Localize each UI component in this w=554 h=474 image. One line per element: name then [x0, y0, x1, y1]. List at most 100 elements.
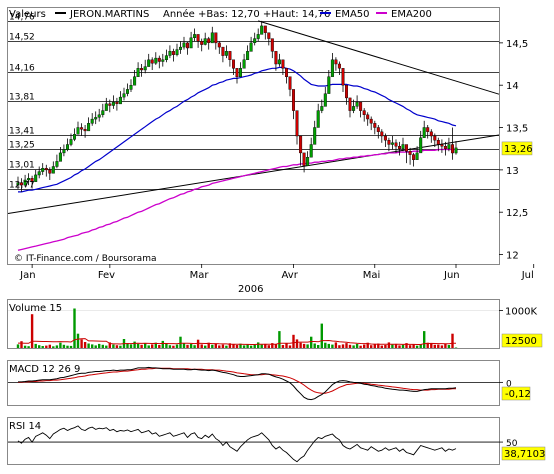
- candle-body: [359, 101, 363, 111]
- month-label: Fev: [98, 270, 115, 281]
- candle-body: [55, 161, 59, 167]
- volume-bar: [23, 345, 27, 348]
- candle-body: [412, 154, 416, 160]
- candle-body: [380, 131, 384, 137]
- candle-body: [136, 68, 140, 78]
- volume-bar: [412, 344, 415, 348]
- volume-bar: [317, 345, 320, 348]
- candle-body: [44, 167, 48, 171]
- volume-bar: [136, 343, 140, 348]
- volume-bar: [76, 333, 80, 348]
- candle-body: [118, 96, 122, 105]
- candle-body: [320, 106, 324, 111]
- volume-bar: [310, 336, 313, 348]
- candle-body: [69, 139, 73, 145]
- volume-bar: [204, 345, 207, 348]
- candle-body: [366, 114, 370, 120]
- candle-body: [175, 49, 179, 55]
- volume-bar: [211, 344, 214, 348]
- rsi-current-box: 38,7103: [501, 446, 545, 461]
- volume-bar: [338, 345, 341, 348]
- volume-bar: [260, 344, 263, 348]
- volume-bar: [302, 343, 306, 348]
- volume-bar: [20, 341, 23, 348]
- price-axis-tick-label: 13: [506, 166, 519, 177]
- volume-bar: [288, 345, 292, 348]
- volume-bar: [423, 331, 426, 348]
- volume-bar: [27, 346, 30, 348]
- candle-body: [157, 57, 161, 62]
- volume-bar: [253, 344, 256, 348]
- volume-bar: [373, 344, 376, 348]
- candle-body: [394, 142, 398, 147]
- price-axis-tick-label: 12,5: [506, 208, 528, 219]
- volume-bar: [391, 344, 394, 348]
- price-level-label: 14,16: [9, 64, 35, 74]
- candle-body: [323, 93, 327, 107]
- volume-bar: [440, 345, 444, 348]
- volume-bar: [98, 343, 101, 348]
- volume-bar: [179, 336, 182, 348]
- volume-axis-tick-label: 1000K: [505, 306, 537, 317]
- month-label: Avr: [282, 270, 299, 281]
- volume-bar: [292, 334, 295, 348]
- month-label: Mar: [190, 270, 210, 281]
- volume-bar: [246, 344, 249, 348]
- volume-bar: [221, 344, 225, 348]
- volume-bar: [433, 344, 436, 348]
- year-range: Année +Bas: 12,70 +Haut: 14,76: [163, 8, 330, 20]
- volume-bar: [52, 346, 55, 348]
- volume-current-value: 12500: [505, 336, 537, 347]
- volume-bar: [144, 343, 147, 348]
- candle-body: [150, 59, 154, 64]
- candle-body: [299, 135, 303, 154]
- candle-body: [288, 76, 292, 90]
- candle-body: [242, 59, 246, 69]
- volume-bar: [186, 344, 189, 348]
- volume-bar: [299, 342, 302, 348]
- source-credit: © IT-Finance.com / Boursorama: [14, 254, 156, 264]
- candle-body: [451, 144, 455, 154]
- candle-body: [238, 68, 242, 78]
- volume-bar: [242, 345, 246, 348]
- candle-body: [72, 134, 76, 140]
- candle-body: [171, 51, 175, 55]
- price-level-label: 13,41: [9, 127, 35, 137]
- ema200-legend-label: EMA200: [391, 9, 432, 20]
- candle-body: [133, 76, 137, 86]
- volume-bar: [408, 345, 412, 348]
- volume-bar: [80, 339, 83, 348]
- candle-body: [302, 152, 306, 166]
- candle-body: [260, 25, 264, 35]
- candle-body: [76, 127, 80, 135]
- volume-bar: [214, 343, 217, 348]
- price-level-label: 13,01: [9, 161, 35, 171]
- candle-body: [97, 114, 101, 118]
- volume-bar: [59, 342, 62, 348]
- volume-bar: [444, 343, 447, 348]
- volume-bar: [285, 343, 288, 348]
- volume-bar: [115, 345, 119, 348]
- candle-body: [122, 93, 126, 98]
- candle-body: [210, 32, 214, 44]
- volume-bar: [454, 347, 458, 348]
- candle-body: [256, 34, 260, 39]
- volume-bar: [147, 345, 150, 348]
- macd-title: MACD 12 26 9: [9, 364, 80, 375]
- volume-bar: [158, 345, 161, 348]
- year-label: 2006: [238, 284, 263, 295]
- volume-bar: [129, 344, 133, 348]
- candle-body: [111, 101, 115, 106]
- candle-body: [316, 110, 320, 128]
- candle-body: [94, 117, 98, 120]
- candle-body: [306, 156, 310, 166]
- volume-bar: [451, 333, 454, 348]
- candle-body: [313, 127, 317, 145]
- candle-body: [178, 46, 182, 50]
- candle-body: [154, 57, 158, 64]
- candle-body: [34, 174, 38, 182]
- candle-body: [334, 59, 338, 65]
- candle-body: [37, 171, 41, 176]
- candle-body: [408, 150, 412, 155]
- candle-body: [87, 123, 91, 132]
